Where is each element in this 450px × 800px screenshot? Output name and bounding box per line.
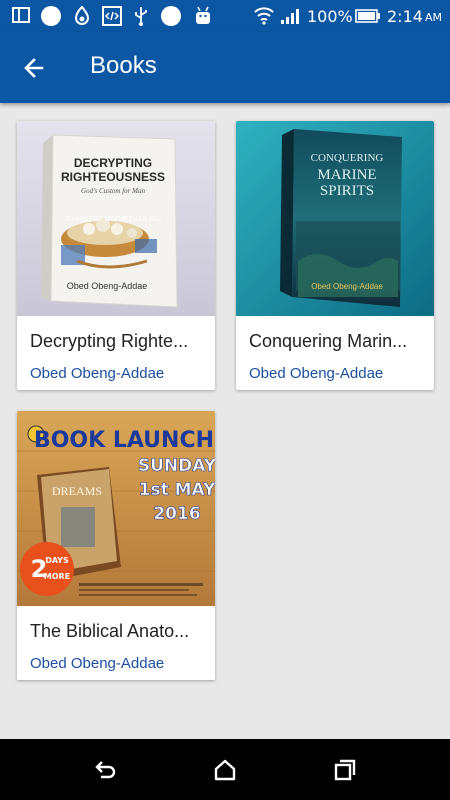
cover-day: SUNDAY xyxy=(138,456,215,476)
nav-back-button[interactable] xyxy=(90,755,120,785)
book-grid: DECRYPTING RIGHTEOUSNESS God's Custom fo… xyxy=(0,103,450,739)
cover-year: 2016 xyxy=(153,504,200,524)
nav-recents-button[interactable] xyxy=(330,755,360,785)
system-nav-bar xyxy=(0,739,450,800)
cover-heading-line1: DECRYPTING xyxy=(74,156,152,170)
android-icon xyxy=(196,6,210,24)
book-card[interactable]: BOOK LAUNCH! DREAMS SUNDAY 1st MAY 2016 … xyxy=(17,411,215,680)
book-cover-image: DECRYPTING RIGHTEOUSNESS God's Custom fo… xyxy=(17,121,215,316)
cover-subheading: God's Custom for Man xyxy=(81,187,145,195)
cover-heading-line3: SPIRITS xyxy=(320,183,374,199)
book-title: Decrypting Righte... xyxy=(30,331,189,351)
cover-heading-line2: RIGHTEOUSNESS xyxy=(61,170,165,184)
cover-heading-line2: MARINE xyxy=(317,167,376,183)
app-bar: Books xyxy=(0,32,450,103)
cover-headline: BOOK LAUNCH! xyxy=(34,428,215,453)
signal-icon xyxy=(281,9,299,24)
usb-icon xyxy=(135,7,147,26)
cover-heading-line1: CONQUERING xyxy=(311,152,384,164)
clock-time: 2:14 xyxy=(387,7,423,26)
cover-author: Obed Obeng-Addae xyxy=(67,281,148,291)
book-title: The Biblical Anato... xyxy=(30,621,190,641)
wifi-icon xyxy=(254,7,274,25)
book-title: Conquering Marin... xyxy=(249,331,408,351)
page-title: Books xyxy=(90,52,157,79)
cover-author: Obed Obeng-Addae xyxy=(311,282,383,291)
book-author: Obed Obeng-Addae xyxy=(30,365,165,382)
back-button[interactable] xyxy=(14,48,54,88)
book-cover-image: BOOK LAUNCH! DREAMS SUNDAY 1st MAY 2016 … xyxy=(17,411,215,606)
circle-icon xyxy=(41,6,61,26)
back-icon xyxy=(95,761,116,779)
cover-badge-top: DAYS xyxy=(45,556,69,565)
circle-icon xyxy=(161,6,181,26)
arrow-left-icon xyxy=(24,58,44,78)
book-card[interactable]: DECRYPTING RIGHTEOUSNESS God's Custom fo… xyxy=(17,121,215,390)
status-bar: 100% 2:14 AM xyxy=(0,0,450,32)
cover-date: 1st MAY xyxy=(139,480,215,500)
book-author: Obed Obeng-Addae xyxy=(249,365,384,382)
nav-home-button[interactable] xyxy=(210,755,240,785)
book-author: Obed Obeng-Addae xyxy=(30,655,165,672)
book-card[interactable]: CONQUERING MARINE SPIRITS Obed Obeng-Add… xyxy=(236,121,434,390)
cover-book-title: DREAMS xyxy=(52,484,102,498)
clock-ampm: AM xyxy=(425,11,443,24)
recents-icon xyxy=(334,759,356,781)
cover-watermark: CHRISTOS MATHETUAN INC xyxy=(66,216,161,223)
code-icon xyxy=(102,6,122,26)
screen-icon xyxy=(12,7,30,23)
battery-icon xyxy=(355,9,380,23)
fire-icon xyxy=(74,6,90,25)
book-cover-image: CONQUERING MARINE SPIRITS Obed Obeng-Add… xyxy=(236,121,434,316)
home-icon xyxy=(214,759,236,781)
cover-badge-bottom: MORE xyxy=(44,572,70,581)
battery-percent: 100% xyxy=(307,7,353,26)
